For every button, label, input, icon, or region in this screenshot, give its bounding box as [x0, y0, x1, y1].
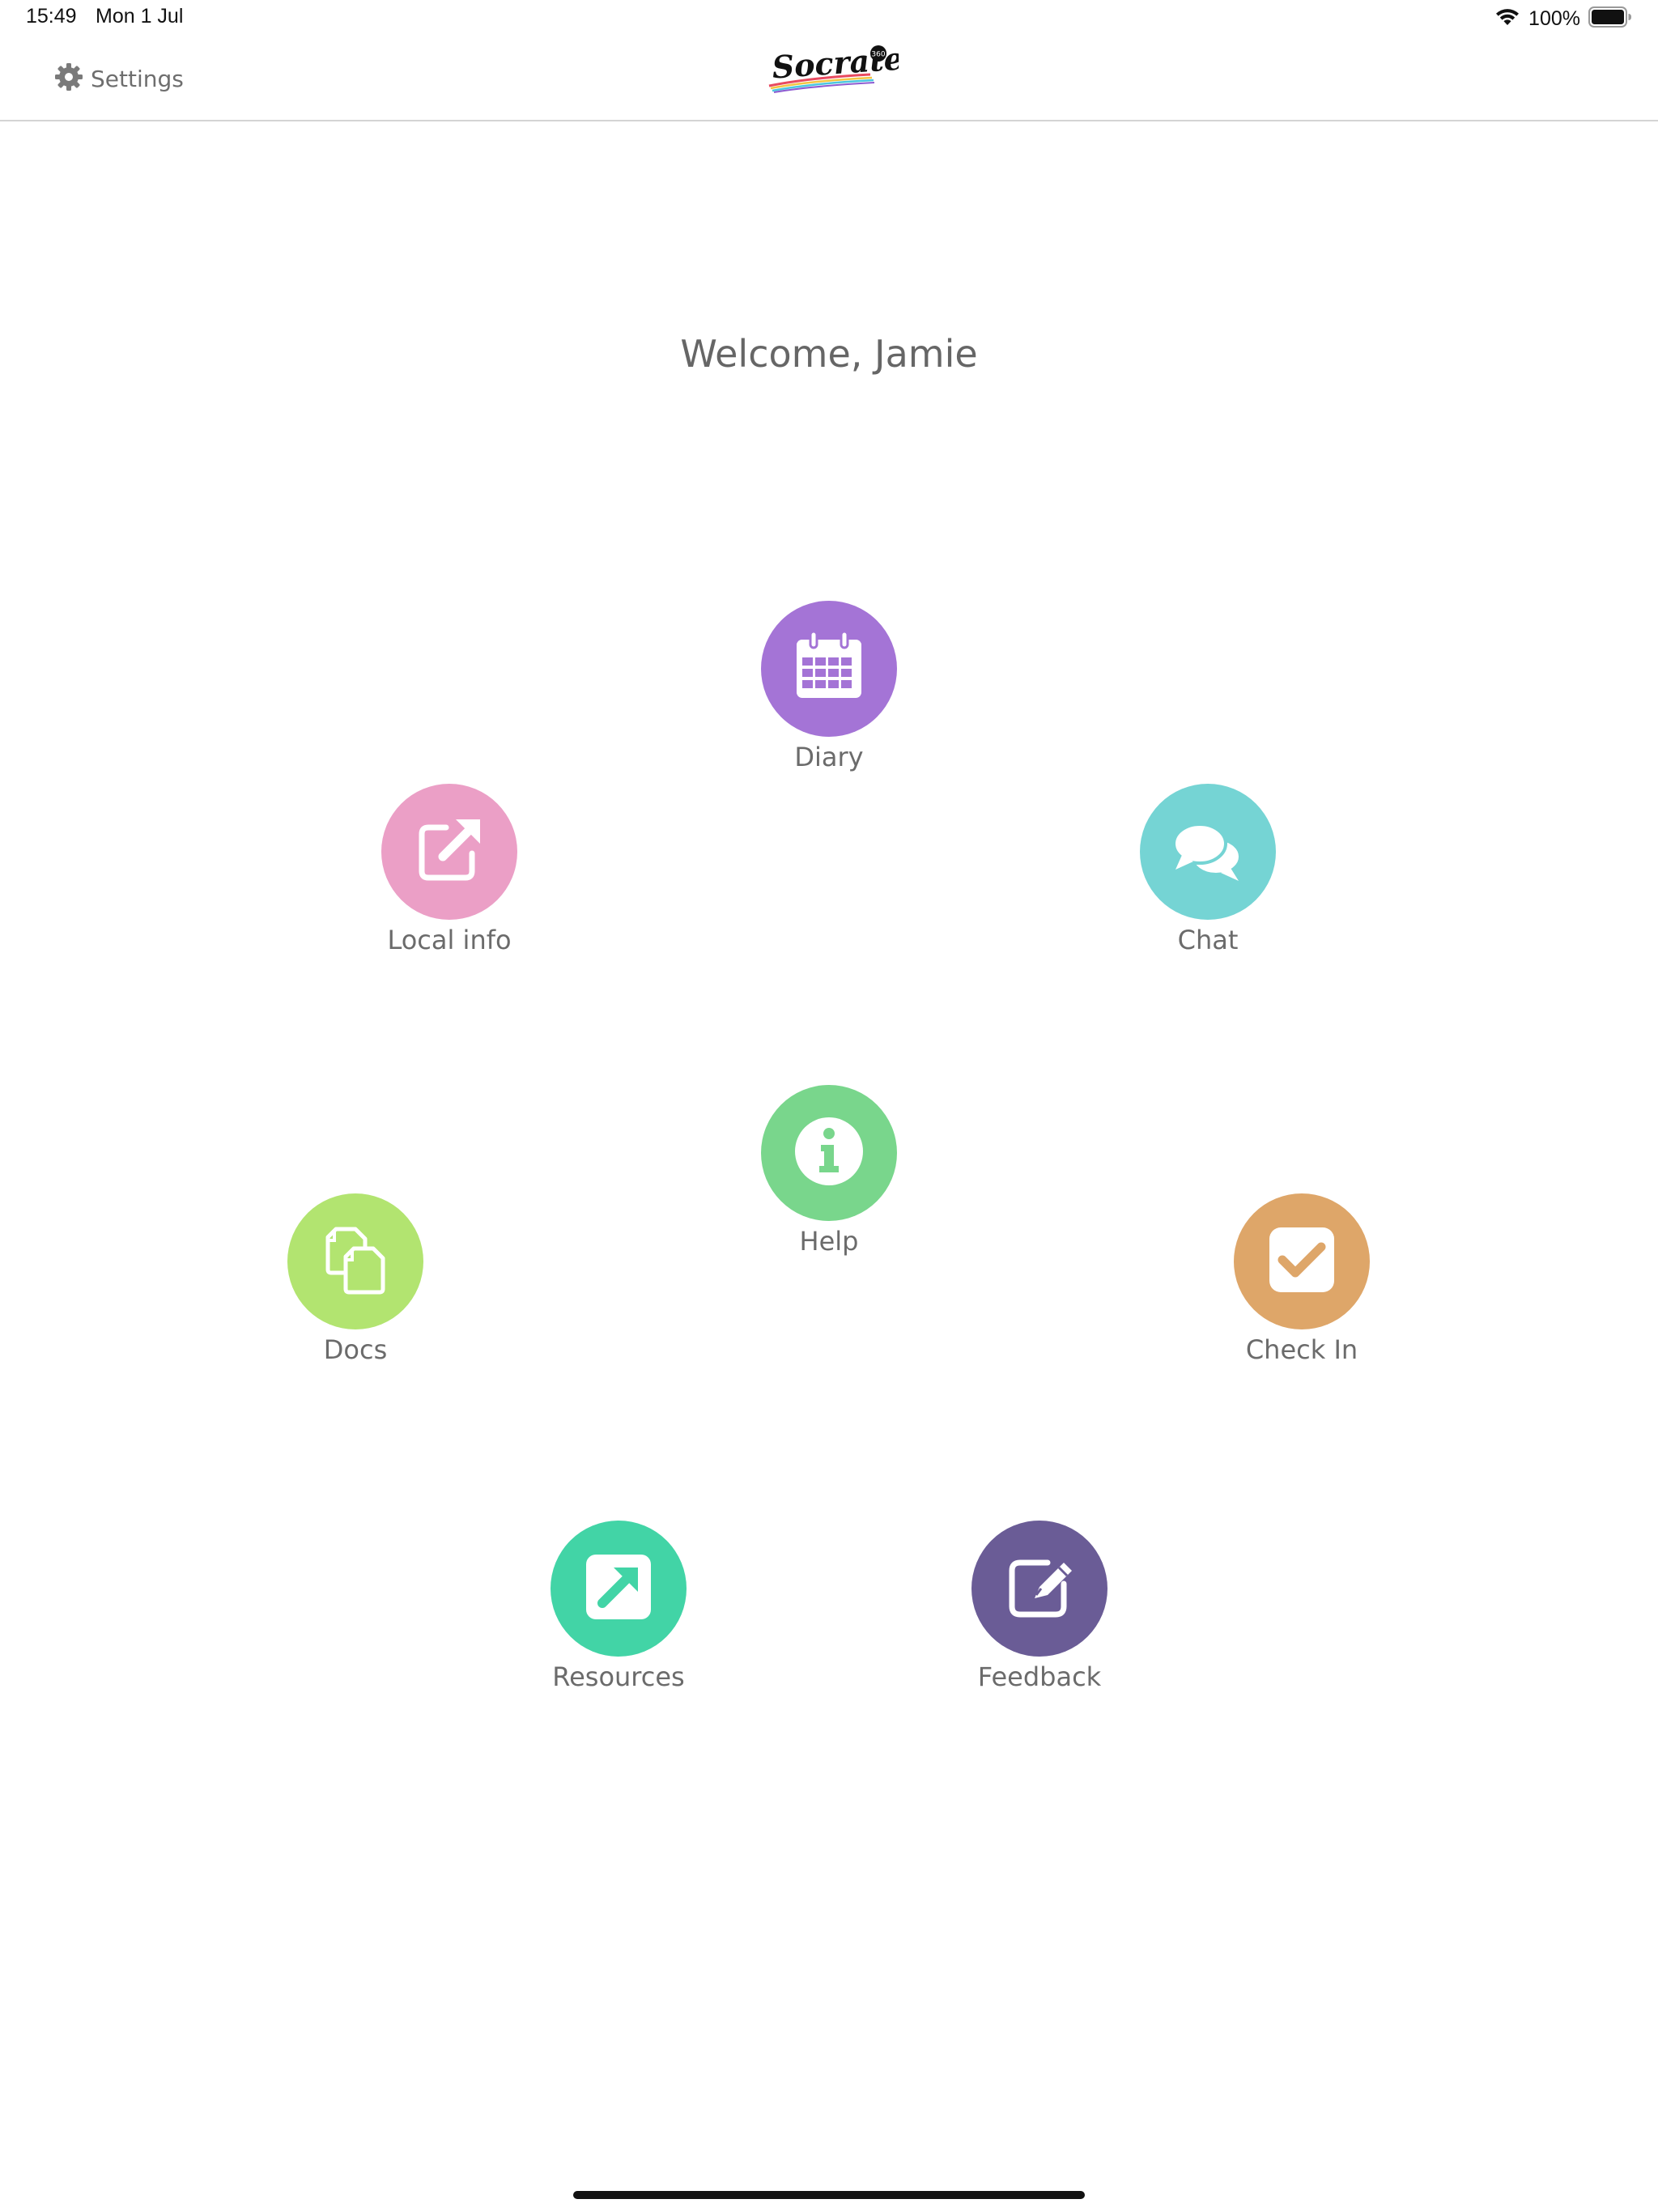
docs-button[interactable]: Docs: [250, 1193, 461, 1365]
wifi-icon: [1494, 7, 1520, 30]
arrow-up-right-icon: [580, 1548, 657, 1629]
docs-circle: [287, 1193, 423, 1329]
chat-button[interactable]: Chat: [1103, 784, 1313, 955]
status-bar: 15:49 Mon 1 Jul 100%: [0, 0, 1658, 37]
documents-icon: [317, 1221, 394, 1302]
check-in-circle: [1234, 1193, 1370, 1329]
external-link-icon: [410, 811, 488, 892]
feedback-label: Feedback: [977, 1661, 1102, 1692]
welcome-message: Welcome, Jamie: [680, 332, 978, 376]
battery-percentage: 100%: [1528, 6, 1580, 30]
status-date: Mon 1 Jul: [96, 5, 184, 28]
settings-label: Settings: [91, 65, 184, 92]
local-info-label: Local info: [387, 925, 512, 955]
home-indicator[interactable]: [573, 2191, 1085, 2199]
chat-bubbles-icon: [1167, 811, 1248, 892]
feedback-button[interactable]: Feedback: [934, 1521, 1145, 1692]
status-indicators: 100%: [1494, 5, 1632, 32]
diary-circle: [761, 601, 897, 737]
resources-circle: [551, 1521, 687, 1657]
gear-icon: [53, 62, 84, 96]
help-circle: [761, 1085, 897, 1221]
socrates-logo: Socrates 360: [761, 37, 921, 102]
battery-icon: [1588, 6, 1632, 31]
chat-label: Chat: [1177, 925, 1239, 955]
chat-circle: [1140, 784, 1276, 920]
navigation-bar: Settings Socrates 360: [0, 37, 1658, 121]
help-button[interactable]: Help: [724, 1085, 934, 1257]
local-info-circle: [381, 784, 517, 920]
resources-label: Resources: [552, 1661, 685, 1692]
calendar-icon: [790, 628, 868, 709]
feedback-circle: [971, 1521, 1107, 1657]
settings-button[interactable]: Settings: [53, 62, 184, 96]
diary-label: Diary: [794, 742, 864, 772]
diary-button[interactable]: Diary: [724, 601, 934, 772]
checkbox-icon: [1263, 1221, 1341, 1302]
local-info-button[interactable]: Local info: [344, 784, 555, 955]
check-in-button[interactable]: Check In: [1197, 1193, 1407, 1365]
resources-button[interactable]: Resources: [513, 1521, 724, 1692]
check-in-label: Check In: [1245, 1334, 1358, 1365]
info-icon: [790, 1112, 868, 1193]
status-time: 15:49: [26, 5, 77, 28]
logo-badge: 360: [871, 51, 885, 59]
help-label: Help: [799, 1226, 859, 1257]
edit-icon: [1001, 1548, 1078, 1629]
docs-label: Docs: [323, 1334, 388, 1365]
